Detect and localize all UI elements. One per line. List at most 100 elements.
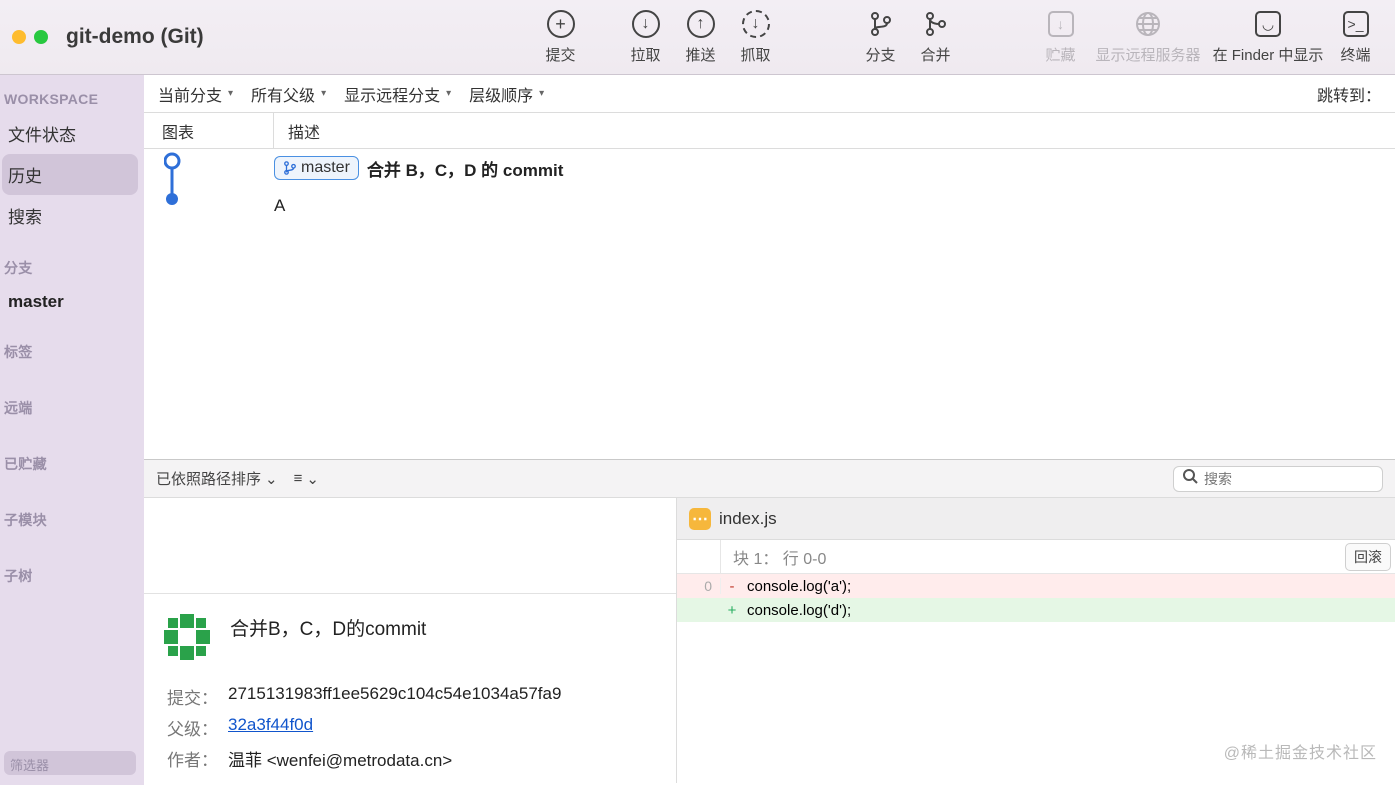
- search-icon: [1182, 468, 1198, 489]
- window-controls: [12, 30, 48, 44]
- list-icon: ≡: [294, 470, 303, 487]
- stash-button[interactable]: ↓ 贮藏: [1033, 10, 1088, 65]
- sidebar-item-file-status[interactable]: 文件状态: [2, 113, 138, 154]
- stash-icon: ↓: [1048, 11, 1074, 37]
- sidebar-item-search[interactable]: 搜索: [2, 195, 138, 236]
- sort-by-path-label: 已依照路径排序: [156, 468, 261, 489]
- detail-search-input[interactable]: [1204, 471, 1385, 487]
- pull-label: 拉取: [630, 44, 660, 65]
- column-chart: 图表: [144, 113, 274, 148]
- commit-button[interactable]: 提交: [533, 10, 588, 65]
- show-in-finder-button[interactable]: ◡ 在 Finder 中显示: [1208, 10, 1328, 65]
- detail-toolbar: 已依照路径排序 ⌄ ≡ ⌄: [144, 460, 1395, 498]
- diff-line-sign: -: [721, 578, 743, 595]
- terminal-button[interactable]: >_ 终端: [1328, 10, 1383, 65]
- sidebar-heading-submodules: 子模块: [2, 502, 138, 536]
- show-remote-button[interactable]: 显示远程服务器: [1088, 10, 1208, 65]
- diff-line-code: console.log('d');: [743, 602, 851, 619]
- commit-row[interactable]: A: [144, 187, 1395, 225]
- chevron-down-icon: ⌄: [306, 470, 319, 488]
- pull-icon: [632, 10, 660, 38]
- sidebar: WORKSPACE 文件状态 历史 搜索 分支 master 标签 远端 已贮藏…: [0, 75, 144, 785]
- avatar: [158, 608, 216, 666]
- list-view-dropdown[interactable]: ≡ ⌄: [294, 470, 319, 488]
- diff-line-code: console.log('a');: [743, 578, 851, 595]
- jump-to-label[interactable]: 跳转到：: [1317, 82, 1381, 106]
- finder-icon: ◡: [1255, 11, 1281, 37]
- filter-hierarchy-order[interactable]: 层级顺序 ▾: [469, 82, 544, 106]
- branch-button[interactable]: 分支: [853, 10, 908, 65]
- plus-circle-icon: [547, 10, 575, 38]
- toolbar: 提交 拉取 推送 抓取 分支: [463, 0, 1383, 74]
- push-label: 推送: [685, 44, 715, 65]
- filter-hierarchy-order-label: 层级顺序: [469, 82, 533, 106]
- meta-parent-hash[interactable]: 32a3f44f0d: [228, 715, 664, 740]
- diff-line[interactable]: 0 - console.log('a');: [677, 574, 1395, 598]
- filter-show-remote-branches[interactable]: 显示远程分支 ▾: [344, 82, 451, 106]
- stash-label: 贮藏: [1045, 44, 1075, 65]
- detail-search[interactable]: [1173, 466, 1383, 492]
- sidebar-heading-remotes: 远端: [2, 390, 138, 424]
- commit-label: 提交: [545, 44, 575, 65]
- chevron-updown-icon: ▾: [321, 88, 326, 99]
- show-remote-label: 显示远程服务器: [1095, 44, 1200, 65]
- filter-show-remote-branches-label: 显示远程分支: [344, 82, 440, 106]
- meta-parent-label: 父级：: [158, 715, 228, 740]
- chevron-updown-icon: ▾: [539, 88, 544, 99]
- column-headers: 图表 描述: [144, 113, 1395, 149]
- sort-by-path-dropdown[interactable]: 已依照路径排序 ⌄: [156, 468, 278, 489]
- hunk-header: 块 1： 行 0-0 回滚: [677, 540, 1395, 574]
- chevron-updown-icon: ▾: [446, 88, 451, 99]
- diff-line[interactable]: + console.log('d');: [677, 598, 1395, 622]
- commit-meta: 提交： 2715131983ff1ee5629c104c54e1034a57fa…: [158, 684, 664, 771]
- meta-author: 温菲 <wenfei@metrodata.cn>: [228, 746, 664, 771]
- push-button[interactable]: 推送: [673, 10, 728, 65]
- sidebar-heading-workspace: WORKSPACE: [2, 83, 138, 113]
- chevron-down-icon: ⌄: [265, 470, 278, 488]
- globe-icon: [1134, 10, 1162, 38]
- merge-button[interactable]: 合并: [908, 10, 963, 65]
- push-icon: [687, 10, 715, 38]
- branch-icon: [283, 161, 297, 175]
- sidebar-filter-input[interactable]: 筛选器: [4, 751, 136, 775]
- sidebar-item-history[interactable]: 历史: [2, 154, 138, 195]
- fetch-icon: [742, 10, 770, 38]
- diff-file-header: ⋯ index.js: [677, 498, 1395, 540]
- show-in-finder-label: 在 Finder 中显示: [1213, 44, 1324, 65]
- filter-current-branch[interactable]: 当前分支▾: [158, 82, 233, 106]
- fetch-label: 抓取: [740, 44, 770, 65]
- branch-tag[interactable]: master: [274, 156, 359, 180]
- diff-line-number: 0: [677, 578, 721, 594]
- branch-label: 分支: [865, 44, 895, 65]
- commit-detail: 合并B，C，D的commit 提交： 2715131983ff1ee5629c1…: [144, 498, 677, 783]
- diff-line-sign: +: [721, 602, 743, 619]
- branch-tag-label: master: [301, 159, 350, 177]
- watermark: @稀土掘金技术社区: [1224, 739, 1377, 763]
- meta-commit-hash: 2715131983ff1ee5629c104c54e1034a57fa9: [228, 684, 664, 709]
- diff-file-name: index.js: [719, 509, 777, 529]
- traffic-zoom-icon[interactable]: [34, 30, 48, 44]
- merge-icon: [922, 10, 950, 38]
- content: 当前分支▾ 所有父级 ▾ 显示远程分支 ▾ 层级顺序 ▾ 跳转到： 图表 描述: [144, 75, 1395, 785]
- commit-message: 合并 B，C，D 的 commit: [367, 156, 563, 181]
- commit-detail-title: 合并B，C，D的commit: [230, 608, 426, 641]
- traffic-minimize-icon[interactable]: [12, 30, 26, 44]
- sidebar-branch-master[interactable]: master: [2, 284, 138, 320]
- meta-commit-label: 提交：: [158, 684, 228, 709]
- revert-hunk-button[interactable]: 回滚: [1345, 543, 1391, 571]
- filter-all-parents-label: 所有父级: [251, 82, 315, 106]
- filter-all-parents[interactable]: 所有父级 ▾: [251, 82, 326, 106]
- fetch-button[interactable]: 抓取: [728, 10, 783, 65]
- detail-panel: 已依照路径排序 ⌄ ≡ ⌄: [144, 459, 1395, 783]
- hunk-label: 块 1： 行 0-0: [721, 545, 826, 569]
- window-title: git-demo (Git): [66, 25, 204, 49]
- titlebar: git-demo (Git) 提交 拉取 推送 抓取: [0, 0, 1395, 75]
- commit-row[interactable]: master 合并 B，C，D 的 commit: [144, 149, 1395, 187]
- filter-bar: 当前分支▾ 所有父级 ▾ 显示远程分支 ▾ 层级顺序 ▾ 跳转到：: [144, 75, 1395, 113]
- branch-icon: [867, 10, 895, 38]
- sidebar-heading-branches: 分支: [2, 250, 138, 284]
- file-icon: ⋯: [689, 508, 711, 530]
- terminal-label: 终端: [1340, 44, 1370, 65]
- terminal-icon: >_: [1343, 11, 1369, 37]
- pull-button[interactable]: 拉取: [618, 10, 673, 65]
